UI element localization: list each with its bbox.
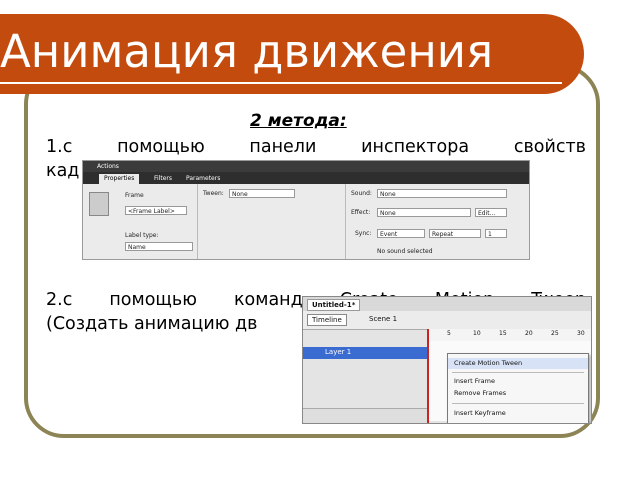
sync-select[interactable]: Event <box>377 229 425 238</box>
scene-label[interactable]: Scene 1 <box>369 315 397 323</box>
divider-2 <box>345 184 346 259</box>
tween-label: Tween: <box>203 190 224 197</box>
timeline-screenshot: Untitled-1* Timeline Scene 1 5 10 15 20 … <box>302 296 592 424</box>
sound-select[interactable]: None <box>377 189 507 198</box>
divider <box>197 184 198 259</box>
no-sound-text: No sound selected <box>377 248 433 255</box>
menu-remove-frames[interactable]: Remove Frames <box>448 388 588 399</box>
tick-label: 25 <box>551 330 559 337</box>
frame-name-input[interactable]: <Frame Label> <box>125 206 187 215</box>
method-1-line-1: 1.с помощью панели инспектора свойств <box>46 137 586 157</box>
menu-insert-frame[interactable]: Insert Frame <box>448 376 588 387</box>
properties-inspector-screenshot: Actions Properties Filters Parameters Fr… <box>82 160 530 260</box>
actions-label: Actions <box>97 163 119 170</box>
timeline-button[interactable]: Timeline <box>307 314 347 326</box>
title-underline <box>0 82 562 84</box>
menu-separator <box>452 403 584 404</box>
slide-subtitle: 2 метода: <box>250 111 347 131</box>
timeline-toolbar: Timeline Scene 1 <box>303 311 591 330</box>
playhead[interactable] <box>427 329 429 423</box>
tick-label: 30 <box>577 330 585 337</box>
layer-row[interactable]: Layer 1 <box>303 347 427 359</box>
effect-label: Effect: <box>351 209 371 216</box>
frame-icon <box>89 192 109 216</box>
tick-label: 15 <box>499 330 507 337</box>
menu-create-motion-tween[interactable]: Create Motion Tween <box>448 358 588 369</box>
sync-label: Sync: <box>355 230 372 237</box>
tick-label: 20 <box>525 330 533 337</box>
document-tab[interactable]: Untitled-1* <box>307 299 361 311</box>
tab-properties[interactable]: Properties <box>99 174 140 184</box>
label-type-select[interactable]: Name <box>125 242 193 251</box>
actions-bar: Actions <box>83 161 529 172</box>
tick-label: 10 <box>473 330 481 337</box>
repeat-select[interactable]: Repeat <box>429 229 481 238</box>
menu-separator <box>452 372 584 373</box>
tick-label: 5 <box>447 330 451 337</box>
tab-filters[interactable]: Filters <box>149 174 177 184</box>
edit-button[interactable]: Edit... <box>475 208 507 217</box>
label-type-label: Label type: <box>125 232 159 239</box>
layer-controls <box>303 408 427 423</box>
tween-select[interactable]: None <box>229 189 295 198</box>
context-menu: Create Motion Tween Insert Frame Remove … <box>447 353 589 423</box>
repeat-count-input[interactable]: 1 <box>485 229 507 238</box>
inspector-tabs: Properties Filters Parameters <box>83 172 529 184</box>
sound-label: Sound: <box>351 190 372 197</box>
frame-label: Frame <box>125 192 144 199</box>
tab-parameters[interactable]: Parameters <box>181 174 225 184</box>
layer-name: Layer 1 <box>325 348 352 356</box>
effect-select[interactable]: None <box>377 208 471 217</box>
menu-insert-keyframe[interactable]: Insert Keyframe <box>448 408 588 419</box>
